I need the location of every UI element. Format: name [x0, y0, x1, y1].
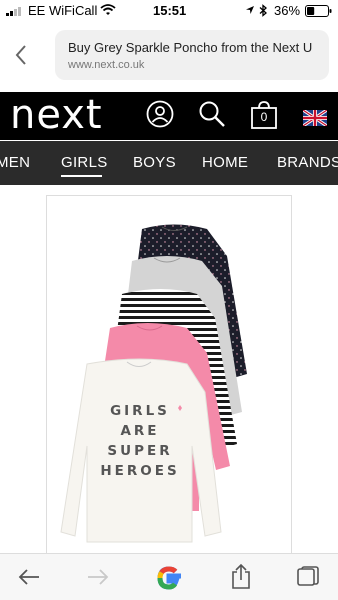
page-title: Buy Grey Sparkle Poncho from the Next U: [68, 40, 313, 55]
nav-item-men[interactable]: MEN: [0, 154, 30, 171]
product-image[interactable]: GIRLS ARE SUPER HEROES: [46, 195, 292, 555]
product-illustration: GIRLS ARE SUPER HEROES: [60, 224, 247, 543]
browser-back-chevron-icon[interactable]: [14, 44, 28, 66]
site-header: next 0: [0, 92, 338, 140]
nav-item-brands[interactable]: BRANDS: [277, 154, 338, 171]
print-line-4: HEROES: [100, 463, 179, 479]
battery-percent: 36%: [274, 3, 301, 18]
back-arrow-icon[interactable]: [18, 568, 40, 586]
page-domain: www.next.co.uk: [68, 59, 145, 71]
forward-arrow-icon[interactable]: [87, 568, 109, 586]
signal-icon: [6, 7, 21, 16]
wifi-icon: [100, 4, 116, 15]
carrier-name: EE WiFiCall: [28, 3, 98, 18]
active-nav-underline: [61, 175, 102, 177]
account-icon[interactable]: [146, 100, 174, 128]
print-line-1: GIRLS: [110, 403, 170, 419]
location-icon: [246, 6, 254, 14]
nav-item-girls[interactable]: GIRLS: [61, 154, 108, 171]
print-line-3: SUPER: [107, 443, 172, 459]
share-icon[interactable]: [231, 563, 251, 589]
bluetooth-icon: [259, 4, 267, 17]
google-icon[interactable]: [152, 561, 186, 595]
address-bar[interactable]: Buy Grey Sparkle Poncho from the Next U …: [55, 30, 329, 80]
nav-item-home[interactable]: HOME: [202, 154, 248, 171]
status-bar: EE WiFiCall 15:51 36%: [0, 0, 338, 22]
clock-time: 15:51: [153, 3, 187, 18]
search-icon[interactable]: [198, 100, 226, 128]
uk-flag-icon[interactable]: [303, 110, 327, 126]
nav-item-boys[interactable]: BOYS: [133, 154, 176, 171]
next-logo[interactable]: next: [10, 92, 103, 138]
battery-icon: [305, 5, 332, 17]
tabs-icon[interactable]: [297, 566, 319, 586]
browser-bar: Buy Grey Sparkle Poncho from the Next U …: [0, 22, 338, 88]
browser-toolbar: [0, 553, 338, 600]
category-nav: MEN GIRLS BOYS HOME BRANDS: [0, 141, 338, 185]
print-line-2: ARE: [120, 423, 159, 439]
bag-count: 0: [260, 110, 268, 124]
